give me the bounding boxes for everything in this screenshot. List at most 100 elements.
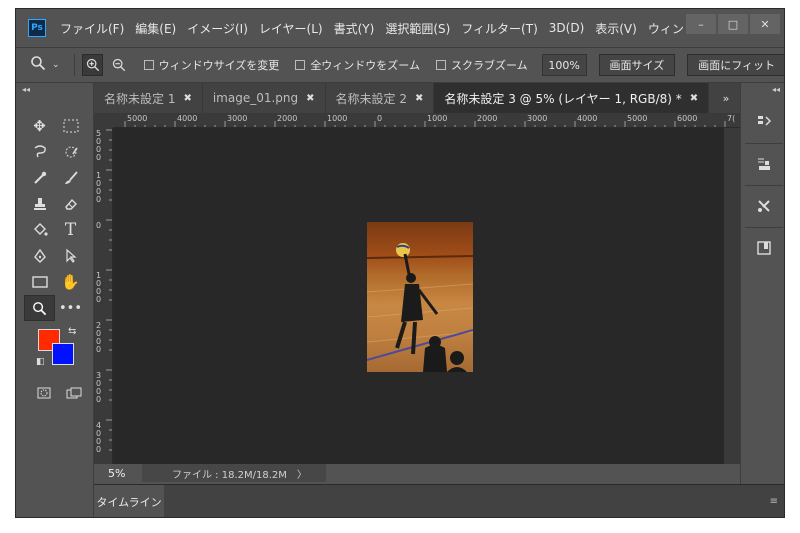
tab-overflow-button[interactable]: » [712, 83, 740, 113]
vertical-scrollbar[interactable] [724, 128, 740, 464]
vertical-ruler[interactable]: 5 0 0 0 1 0 0 0 0 1 0 0 0 2 0 0 0 3 0 0 … [94, 128, 113, 464]
history-panel-icon[interactable] [749, 109, 779, 135]
tab-timeline[interactable]: タイムライン [94, 485, 164, 517]
fill-screen-button[interactable]: 画面にフィット [687, 54, 784, 76]
move-tool-icon[interactable]: ✥ [24, 113, 55, 139]
ruler-label: 1000 [427, 114, 448, 123]
marquee-tool-icon[interactable] [55, 113, 86, 139]
minimize-button[interactable]: – [686, 14, 716, 34]
pen-tool-icon[interactable] [24, 243, 55, 269]
zoom-tool-icon[interactable] [24, 295, 55, 321]
volleyball-photo-image [367, 222, 473, 372]
type-tool-icon[interactable]: T [55, 217, 86, 243]
rectangle-tool-icon[interactable] [24, 269, 55, 295]
checkbox-box[interactable] [143, 60, 154, 70]
ruler-label: 0 [96, 221, 102, 230]
hand-tool-icon[interactable]: ✋ [55, 269, 86, 295]
tab-document-3[interactable]: 名称未設定 3 @ 5% (レイヤー 1, RGB/8) * ✖ [434, 83, 710, 113]
zoom-all-windows-checkbox[interactable]: 全ウィンドウをズーム [295, 57, 420, 73]
zoom-tool-preset-icon[interactable] [30, 55, 46, 75]
right-panel-dock: ◂◂ [740, 83, 784, 517]
file-size-label: ファイル : 18.2M/18.2M [172, 469, 287, 481]
zoom-percentage-field[interactable]: 100% [541, 54, 587, 76]
document-info: ファイル : 18.2M/18.2M 〉 [142, 464, 326, 482]
menu-bar: Ps ファイル(F) 編集(E) イメージ(I) レイヤー(L) 書式(Y) 選… [16, 9, 784, 47]
menu-3d[interactable]: 3D(D) [549, 21, 584, 35]
collapse-panel-icon[interactable]: ◂◂ [22, 85, 30, 94]
close-tab-icon[interactable]: ✖ [183, 93, 191, 104]
timeline-panel: タイムライン ≡ [94, 484, 784, 517]
document-tabs: 名称未設定 1 ✖ image_01.png ✖ 名称未設定 2 ✖ 名称未設定 3 … [94, 83, 740, 113]
tab-image-01[interactable]: image_01.png ✖ [203, 83, 326, 113]
zoom-in-button[interactable] [82, 54, 104, 76]
zoom-in-icon [86, 58, 99, 72]
ruler-origin[interactable] [94, 113, 113, 128]
default-colors-icon[interactable]: ◧ [36, 357, 45, 367]
clone-stamp-tool-icon[interactable] [24, 191, 55, 217]
menu-view[interactable]: 表示(V) [595, 20, 637, 37]
fit-screen-button[interactable]: 画面サイズ [598, 54, 676, 76]
divider [745, 185, 783, 186]
ruler-label: 5 0 0 0 [96, 129, 102, 162]
scrubby-zoom-label: スクラブズーム [450, 59, 528, 72]
scrubby-zoom-checkbox[interactable]: スクラブズーム [435, 57, 528, 73]
brush-tool-icon[interactable] [55, 165, 86, 191]
options-bar: ⌄ ウィンドウサイズを変更 全ウィンドウをズーム スクラブズーム 100% 画面… [16, 47, 784, 83]
horizontal-ruler[interactable]: 5000 4000 3000 2000 1000 0 1000 2000 300… [113, 113, 740, 128]
menu-type[interactable]: 書式(Y) [334, 20, 375, 37]
properties-panel-icon[interactable] [749, 151, 779, 177]
libraries-panel-icon[interactable] [749, 235, 779, 261]
ruler-label: 2 0 0 0 [96, 321, 102, 354]
quick-selection-tool-icon[interactable] [55, 139, 86, 165]
resize-windows-checkbox[interactable]: ウィンドウサイズを変更 [143, 57, 280, 73]
menu-filter[interactable]: フィルター(T) [461, 20, 537, 37]
quick-mask-icon[interactable] [32, 383, 56, 403]
menu-image[interactable]: イメージ(I) [187, 20, 248, 37]
background-color-swatch[interactable] [52, 343, 74, 365]
tab-document-1[interactable]: 名称未設定 1 ✖ [94, 83, 203, 113]
ruler-label: 3 0 0 0 [96, 371, 102, 404]
menu-edit[interactable]: 編集(E) [135, 20, 176, 37]
window-controls: – □ ✕ [684, 14, 780, 34]
paint-bucket-tool-icon[interactable] [24, 217, 55, 243]
chevron-down-icon[interactable]: ⌄ [52, 60, 60, 70]
close-tab-icon[interactable]: ✖ [415, 93, 423, 104]
tools-panel: ◂◂ ✥ T ✋ ••• ⇆ ◧ [16, 83, 94, 517]
ruler-label: 3000 [527, 114, 548, 123]
tab-label: 名称未設定 2 [335, 91, 407, 106]
zoom-all-windows-label: 全ウィンドウをズーム [310, 59, 420, 72]
menu-layer[interactable]: レイヤー(L) [259, 20, 323, 37]
screen-mode-icon[interactable] [62, 383, 86, 403]
close-tab-icon[interactable]: ✖ [306, 93, 314, 104]
panel-menu-icon[interactable]: ≡ [770, 496, 778, 507]
lasso-tool-icon[interactable] [24, 139, 55, 165]
ruler-label: 0 [377, 114, 383, 123]
divider [73, 54, 75, 76]
tab-document-2[interactable]: 名称未設定 2 ✖ [326, 83, 435, 113]
zoom-out-button[interactable] [109, 54, 130, 76]
checkbox-box[interactable] [435, 60, 446, 70]
photoshop-logo-icon: Ps [28, 19, 46, 37]
maximize-button[interactable]: □ [718, 14, 748, 34]
more-tools-icon[interactable]: ••• [55, 295, 86, 321]
tools-preset-icon[interactable] [749, 193, 779, 219]
status-menu-arrow[interactable]: 〉 [297, 466, 307, 481]
eyedropper-tool-icon[interactable] [24, 165, 55, 191]
ruler-label: 3000 [227, 114, 248, 123]
menu-select[interactable]: 選択範囲(S) [385, 20, 450, 37]
ruler-label: 2000 [277, 114, 298, 123]
menu-file[interactable]: ファイル(F) [60, 20, 124, 37]
checkbox-box[interactable] [295, 60, 306, 70]
zoom-level-status[interactable]: 5% [108, 467, 142, 480]
ruler-label: 1000 [327, 114, 348, 123]
ruler-label: 4000 [577, 114, 598, 123]
close-button[interactable]: ✕ [750, 14, 780, 34]
close-tab-icon[interactable]: ✖ [690, 93, 698, 104]
resize-windows-label: ウィンドウサイズを変更 [158, 59, 280, 72]
divider [745, 143, 783, 144]
eraser-tool-icon[interactable] [55, 191, 86, 217]
swap-colors-icon[interactable]: ⇆ [68, 326, 76, 337]
collapse-panel-icon[interactable]: ◂◂ [772, 85, 780, 94]
document-canvas[interactable] [113, 128, 724, 464]
path-selection-tool-icon[interactable] [55, 243, 86, 269]
